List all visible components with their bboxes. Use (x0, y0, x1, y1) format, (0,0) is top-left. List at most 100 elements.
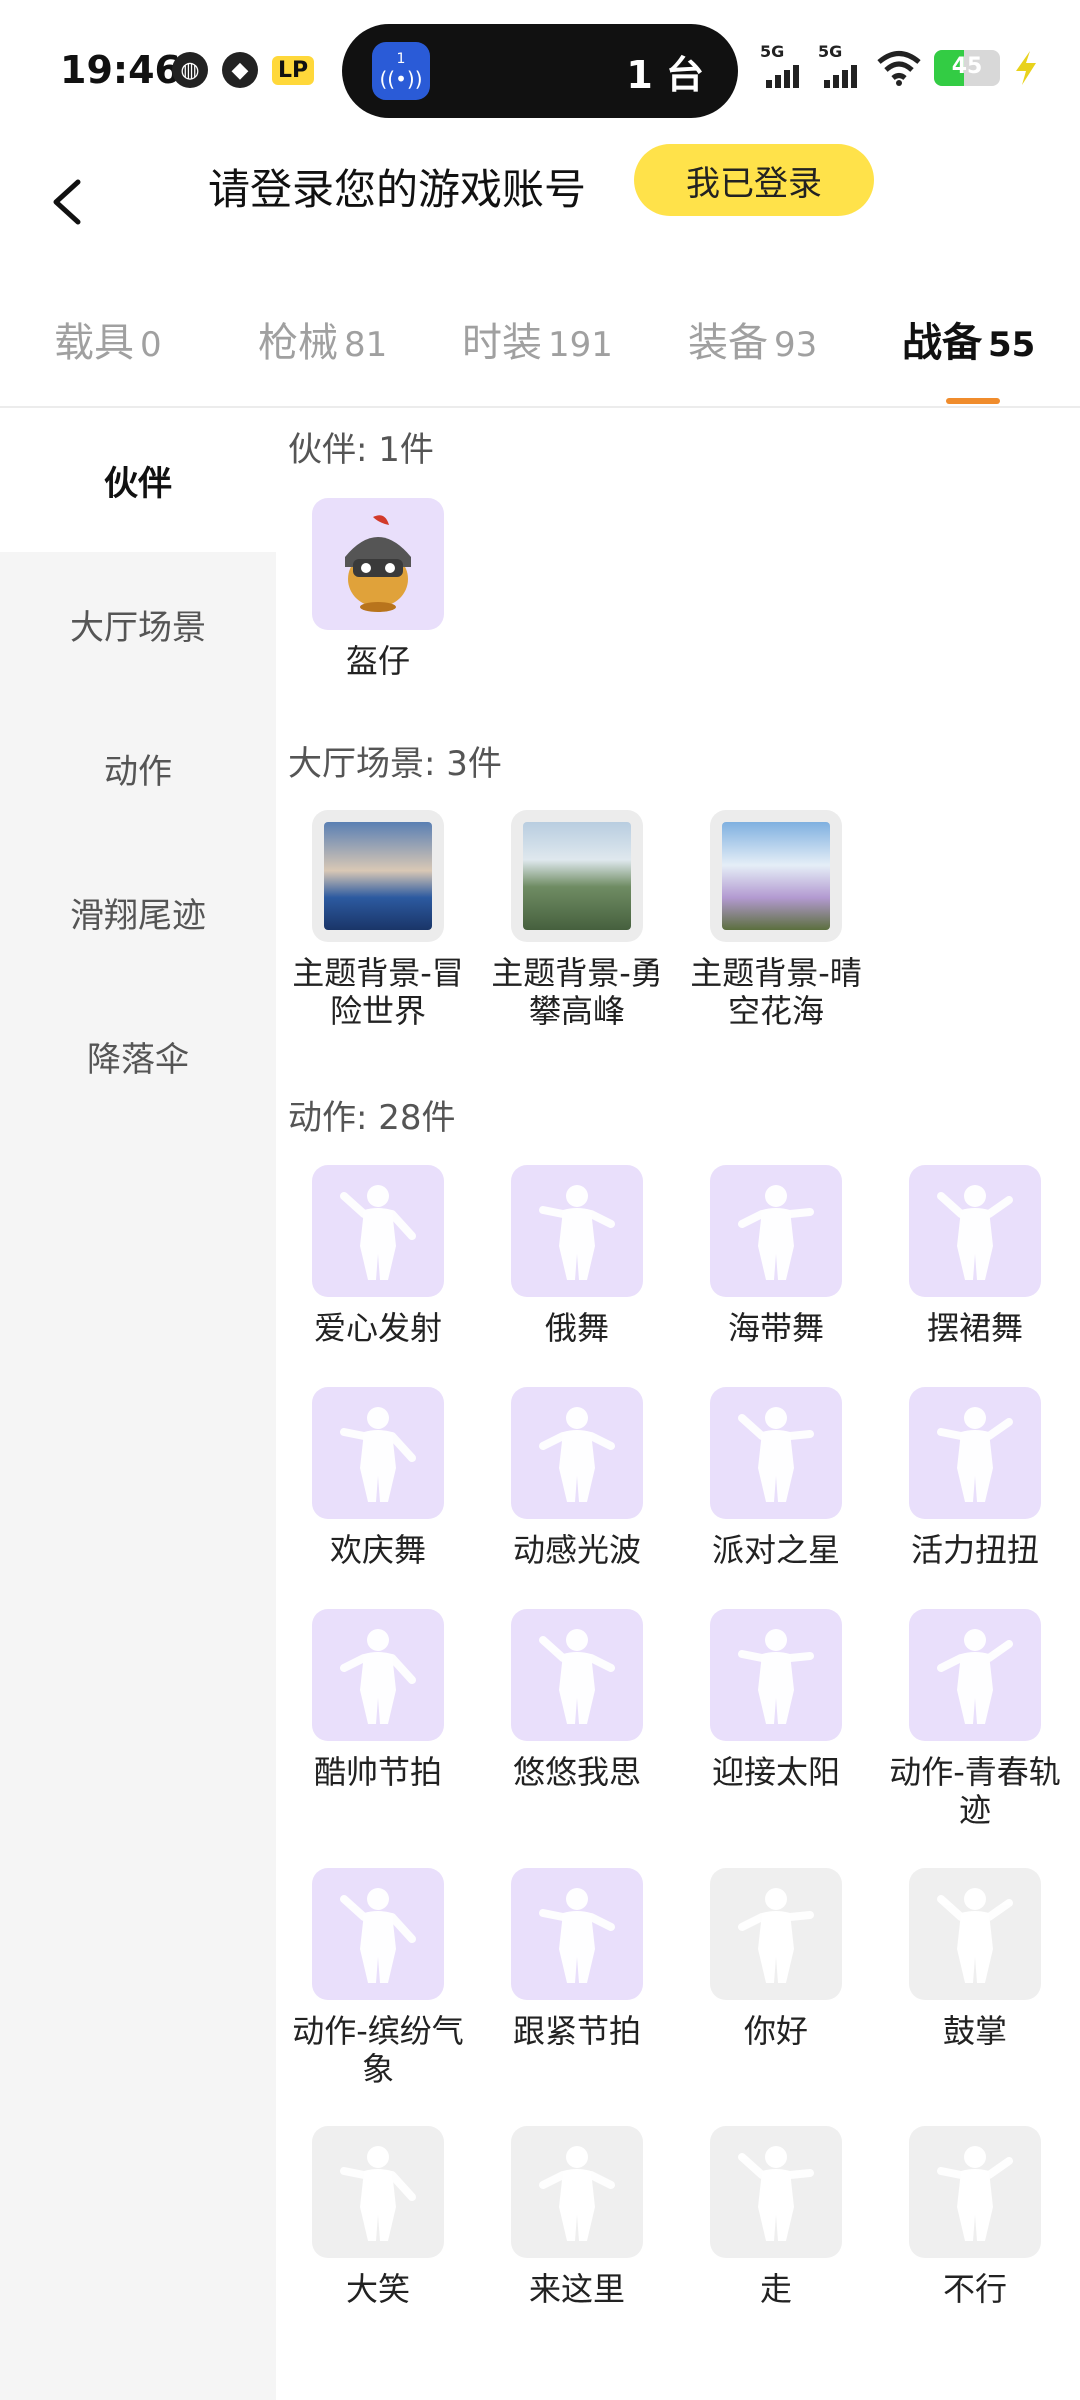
sidebar: 伙伴 大厅场景 动作 滑翔尾迹 降落伞 (0, 408, 276, 2400)
item-tile[interactable]: 走 (686, 2126, 866, 2308)
dancer-figure-icon (312, 2126, 444, 2258)
item-tile[interactable]: 你好 (686, 1868, 866, 2050)
tab-vehicle[interactable]: 载具 0 (54, 310, 162, 368)
item-tile[interactable]: 主题背景-晴空花海 (686, 810, 866, 1030)
battery-icon: 45 (934, 50, 1000, 86)
item-tile[interactable]: 悠悠我思 (487, 1609, 667, 1791)
dancer-figure-icon (909, 1609, 1041, 1741)
dancer-figure-icon (909, 1868, 1041, 2000)
sidebar-item-glide-trail[interactable]: 滑翔尾迹 (0, 840, 276, 984)
item-label: 海带舞 (727, 1309, 824, 1347)
dancer-figure-icon (312, 1387, 444, 1519)
back-arrow-icon[interactable] (46, 172, 86, 232)
item-label: 爱心发射 (313, 1309, 442, 1347)
item-label: 来这里 (528, 2270, 625, 2308)
tab-readiness[interactable]: 战备 55 (902, 310, 1035, 368)
dynamic-island[interactable]: 1 ((•)) 1 台 (342, 24, 738, 118)
item-label: 你好 (743, 2012, 808, 2050)
item-tile[interactable]: 鼓掌 (885, 1868, 1065, 2050)
item-label: 动作-青春轨迹 (889, 1753, 1061, 1829)
signal-5g-icon: 5G (818, 42, 864, 88)
content-list: 伙伴: 1件 盔仔 大厅场景: 3件 主题背景-冒险世界 主题背景-勇攀高峰 主… (276, 408, 1080, 2400)
item-tile[interactable]: 派对之星 (686, 1387, 866, 1569)
item-label: 主题背景-晴空花海 (690, 954, 862, 1030)
system-icons: 5G 5G 45 (760, 42, 1040, 88)
active-tab-indicator (946, 398, 1000, 404)
signal-5g-icon: 5G (760, 42, 806, 88)
globe-icon: ◍ (172, 52, 208, 88)
island-device-count: 1 台 (626, 53, 704, 97)
section-title-lobby-scene: 大厅场景: 3件 (288, 744, 502, 784)
item-tile[interactable]: 欢庆舞 (288, 1387, 468, 1569)
sidebar-item-parachute[interactable]: 降落伞 (0, 984, 276, 1128)
dancer-figure-icon (909, 2126, 1041, 2258)
dancer-figure-icon (909, 1387, 1041, 1519)
item-label: 悠悠我思 (512, 1753, 641, 1791)
item-tile[interactable]: 动作-缤纷气象 (288, 1868, 468, 2088)
item-tile[interactable]: 主题背景-勇攀高峰 (487, 810, 667, 1030)
broadcast-app-icon: 1 ((•)) (372, 42, 430, 100)
item-label: 欢庆舞 (329, 1531, 426, 1569)
login-prompt-title: 请登录您的游戏账号 (208, 165, 587, 214)
item-tile[interactable]: 动感光波 (487, 1387, 667, 1569)
item-tile[interactable]: 海带舞 (686, 1165, 866, 1347)
clock: 19:46 (60, 48, 181, 92)
item-label: 跟紧节拍 (512, 2012, 641, 2050)
dancer-figure-icon (511, 2126, 643, 2258)
item-tile[interactable]: 俄舞 (487, 1165, 667, 1347)
dancer-figure-icon (511, 1609, 643, 1741)
section-title-action: 动作: 28件 (288, 1098, 456, 1138)
item-label: 动感光波 (512, 1531, 641, 1569)
item-label: 活力扭扭 (910, 1531, 1039, 1569)
item-tile[interactable]: 来这里 (487, 2126, 667, 2308)
item-tile[interactable]: 盔仔 (288, 498, 468, 680)
lp-badge-icon: LP (272, 55, 315, 85)
scene-mountain-thumbnail (511, 810, 643, 942)
item-tile[interactable]: 动作-青春轨迹 (885, 1609, 1065, 1829)
item-tile[interactable]: 主题背景-冒险世界 (288, 810, 468, 1030)
item-tile[interactable]: 大笑 (288, 2126, 468, 2308)
dancer-figure-icon (710, 1165, 842, 1297)
tab-outfits[interactable]: 时装 191 (462, 310, 613, 368)
item-label: 不行 (942, 2270, 1007, 2308)
scene-flower-sky-thumbnail (710, 810, 842, 942)
sidebar-item-lobby-scene[interactable]: 大厅场景 (0, 552, 276, 696)
notification-icons: ◍ ◆ LP (172, 52, 315, 88)
dancer-figure-icon (312, 1165, 444, 1297)
dancer-figure-icon (511, 1868, 643, 2000)
dancer-figure-icon (710, 1868, 842, 2000)
dancer-figure-icon (710, 2126, 842, 2258)
dancer-figure-icon (710, 1609, 842, 1741)
item-label: 动作-缤纷气象 (292, 2012, 464, 2088)
item-label: 派对之星 (711, 1531, 840, 1569)
logged-in-button[interactable]: 我已登录 (634, 144, 874, 216)
item-tile[interactable]: 酷帅节拍 (288, 1609, 468, 1791)
item-tile[interactable]: 爱心发射 (288, 1165, 468, 1347)
dancer-figure-icon (511, 1387, 643, 1519)
item-label: 主题背景-勇攀高峰 (491, 954, 663, 1030)
tab-firearms[interactable]: 枪械 81 (258, 310, 387, 368)
tab-equipment[interactable]: 装备 93 (688, 310, 817, 368)
dancer-figure-icon (511, 1165, 643, 1297)
item-label: 酷帅节拍 (313, 1753, 442, 1791)
item-tile[interactable]: 摆裙舞 (885, 1165, 1065, 1347)
item-label: 盔仔 (345, 642, 410, 680)
status-bar: 19:46 ◍ ◆ LP 1 ((•)) 1 台 5G 5G 45 (0, 0, 1080, 130)
sidebar-item-action[interactable]: 动作 (0, 696, 276, 840)
item-label: 摆裙舞 (926, 1309, 1023, 1347)
sidebar-item-partner[interactable]: 伙伴 (0, 408, 276, 552)
helmet-chick-icon (312, 498, 444, 630)
item-tile[interactable]: 迎接太阳 (686, 1609, 866, 1791)
item-label: 迎接太阳 (711, 1753, 840, 1791)
item-label: 主题背景-冒险世界 (292, 954, 464, 1030)
item-label: 走 (759, 2270, 792, 2308)
charging-bolt-icon (1016, 51, 1036, 85)
item-label: 俄舞 (544, 1309, 609, 1347)
dancer-figure-icon (312, 1868, 444, 2000)
dancer-figure-icon (710, 1387, 842, 1519)
penguin-icon: ◆ (222, 52, 258, 88)
item-tile[interactable]: 活力扭扭 (885, 1387, 1065, 1569)
item-label: 大笑 (345, 2270, 410, 2308)
item-tile[interactable]: 跟紧节拍 (487, 1868, 667, 2050)
item-tile[interactable]: 不行 (885, 2126, 1065, 2308)
